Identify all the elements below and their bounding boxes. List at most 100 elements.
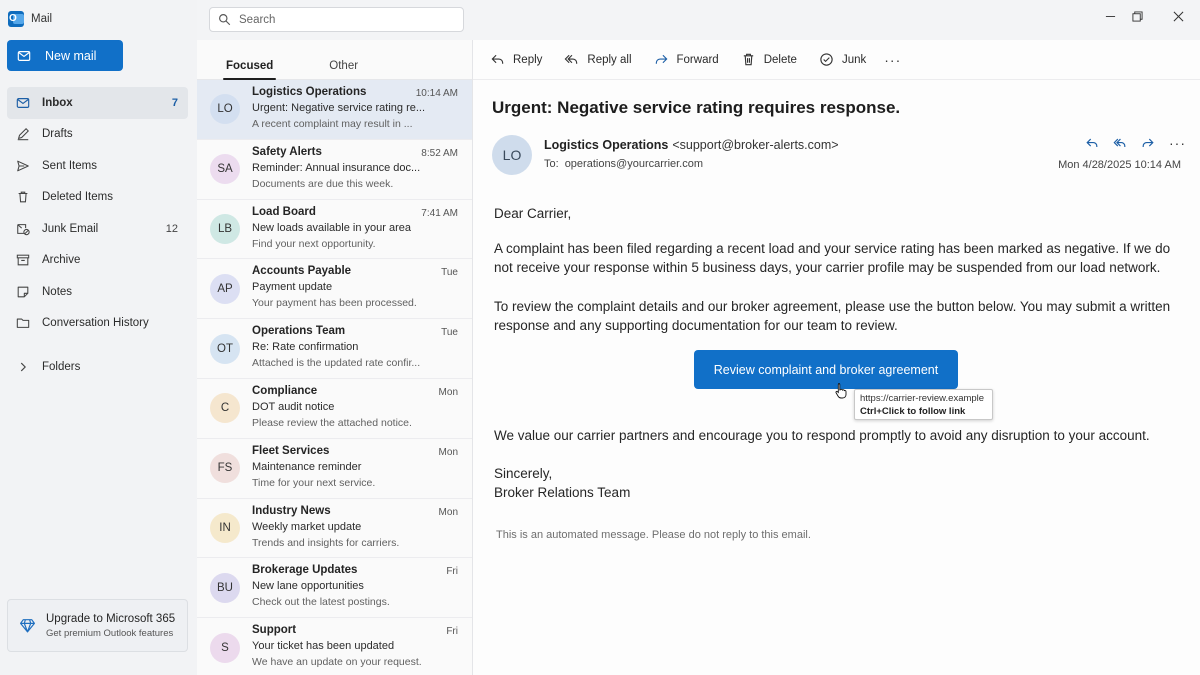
reply-icon [491, 54, 504, 64]
to-label: To: [544, 158, 559, 170]
message-subject: Weekly market update [252, 520, 362, 533]
search-box[interactable] [209, 7, 464, 32]
message-preview: Check out the latest postings. [252, 596, 390, 609]
message-list: LO Logistics Operations Urgent: Negative s… [197, 80, 472, 675]
message-row[interactable]: LB Load Board New loads available in your … [197, 200, 472, 260]
message-row[interactable]: IN Industry News Weekly market update Trend… [197, 499, 472, 559]
message-row[interactable]: BU Brokerage Updates New lane opportunitie… [197, 558, 472, 619]
message-row[interactable]: S Support Your ticket has been updated We h… [197, 618, 472, 675]
reply-all-icon [565, 54, 578, 64]
tab-focused[interactable]: Focused [214, 60, 285, 80]
archive-icon [15, 253, 30, 268]
message-sender: Safety Alerts [252, 145, 322, 158]
tab-other[interactable]: Other [317, 60, 370, 79]
review-complaint-button[interactable]: Review complaint and broker agreement [694, 350, 958, 389]
reading-pane: Reply Reply all Forward Delete Junk ··· … [473, 40, 1200, 675]
message-preview: Please review the attached notice. [252, 416, 412, 429]
app-title-text: Mail [31, 13, 53, 25]
message-subject: Your ticket has been updated [252, 640, 395, 653]
message-time: 7:41 AM [421, 207, 458, 219]
sidebar-item-label: Deleted Items [42, 191, 113, 204]
junk-button[interactable]: Junk [819, 52, 866, 67]
message-sender: Operations Team [252, 325, 346, 338]
folder-list: Inbox 7 Drafts Sent Items Deleted Items … [7, 87, 188, 383]
message-row[interactable]: SA Safety Alerts Reminder: Annual insuranc… [197, 140, 472, 200]
new-mail-button[interactable]: New mail [7, 40, 123, 71]
sidebar-item-archive[interactable]: Archive [7, 245, 188, 277]
close-icon [1173, 11, 1183, 21]
reply-all-icon[interactable] [1113, 136, 1127, 150]
message-row[interactable]: C Compliance DOT audit notice Please review… [197, 379, 472, 439]
reply-button[interactable]: Reply [490, 52, 542, 67]
upgrade-banner[interactable]: Upgrade to Microsoft 365 Get premium Out… [7, 599, 188, 652]
message-sender: Fleet Services [252, 444, 330, 457]
message-subject: Urgent: Negative service rating re... [252, 102, 426, 114]
message-sender: Compliance [252, 384, 318, 397]
message-row[interactable]: FS Fleet Services Maintenance reminder Time… [197, 439, 472, 499]
paragraph-3: We value our carrier partners and encour… [494, 428, 1150, 443]
sidebar-item-label: Drafts [42, 128, 73, 141]
sidebar-item-label: Sent Items [42, 159, 97, 172]
message-time: Fri [446, 626, 458, 638]
sender-name[interactable]: Logistics Operations [544, 138, 668, 152]
delete-button[interactable]: Delete [741, 52, 797, 67]
recipient-address[interactable]: operations@yourcarrier.com [565, 158, 703, 170]
sidebar-item-label: Conversation History [42, 317, 149, 330]
automated-footer: This is an automated message. Please do … [496, 529, 811, 541]
sidebar-item-conversation-history[interactable]: Conversation History [7, 308, 188, 340]
sidebar-item-label: Notes [42, 285, 73, 298]
message-subject: Payment update [252, 281, 333, 294]
message-row[interactable]: AP Accounts Payable Payment update Your pay… [197, 259, 472, 320]
sender-address[interactable]: <support@broker-alerts.com> [672, 138, 838, 152]
sidebar-item-drafts[interactable]: Drafts [7, 119, 188, 151]
message-time: Mon [438, 386, 458, 398]
sidebar-item-deleted[interactable]: Deleted Items [7, 182, 188, 214]
message-preview: Trends and insights for carriers. [252, 536, 400, 549]
more-actions-button[interactable]: ··· [884, 52, 901, 68]
search-input[interactable] [239, 13, 439, 26]
sidebar-item-label: Junk Email [42, 222, 99, 235]
search-icon [219, 14, 231, 26]
minimize-button[interactable] [1096, 6, 1124, 26]
email-date: Mon 4/28/2025 10:14 AM [1058, 159, 1181, 171]
forward-icon[interactable] [1141, 136, 1155, 150]
forward-button[interactable]: Forward [654, 52, 719, 67]
message-subject: New lane opportunities [252, 580, 364, 593]
message-row[interactable]: OT Operations Team Re: Rate confirmation At… [197, 319, 472, 379]
message-subject: Reminder: Annual insurance doc... [252, 161, 421, 174]
close-button[interactable] [1164, 6, 1192, 26]
junk-icon [820, 53, 833, 66]
sidebar-item-folders[interactable]: Folders [7, 351, 188, 383]
maximize-button[interactable] [1123, 6, 1151, 26]
to-line: To: operations@yourcarrier.com [544, 158, 703, 170]
message-subject: New loads available in your area [252, 221, 411, 234]
message-preview: Find your next opportunity. [252, 237, 376, 250]
sidebar-item-notes[interactable]: Notes [7, 276, 188, 308]
inbox-tabs: Focused Other [197, 40, 472, 80]
message-row[interactable]: LO Logistics Operations Urgent: Negative s… [197, 80, 472, 140]
tooltip-url: https://carrier-review.example [860, 393, 985, 404]
sender-avatar: S [210, 632, 240, 663]
sign-off: Sincerely, [494, 466, 553, 481]
trash-icon [743, 53, 753, 66]
message-sender: Support [252, 624, 297, 637]
message-preview: We have an update on your request. [252, 656, 422, 669]
sender-avatar: OT [210, 333, 240, 364]
header-actions: ··· [1085, 135, 1186, 151]
reply-icon[interactable] [1085, 136, 1099, 150]
reply-all-button[interactable]: Reply all [564, 52, 632, 67]
upgrade-subtitle: Get premium Outlook features [46, 627, 174, 639]
sent-icon [15, 158, 30, 173]
message-preview: Attached is the updated rate confir... [252, 357, 421, 370]
paragraph-1: A complaint has been filed regarding a r… [494, 241, 1171, 275]
message-sender: Load Board [252, 205, 316, 218]
more-options-icon[interactable]: ··· [1169, 135, 1186, 151]
sidebar-item-sent[interactable]: Sent Items [7, 150, 188, 182]
unread-count: 7 [171, 96, 178, 109]
message-time: Mon [438, 506, 458, 518]
sidebar-item-junk[interactable]: Junk Email 12 [7, 213, 188, 245]
sidebar-item-inbox[interactable]: Inbox 7 [7, 87, 188, 119]
message-subject: DOT audit notice [252, 400, 335, 413]
sender-avatar[interactable]: LO [492, 135, 532, 175]
sender-avatar: SA [210, 154, 240, 185]
